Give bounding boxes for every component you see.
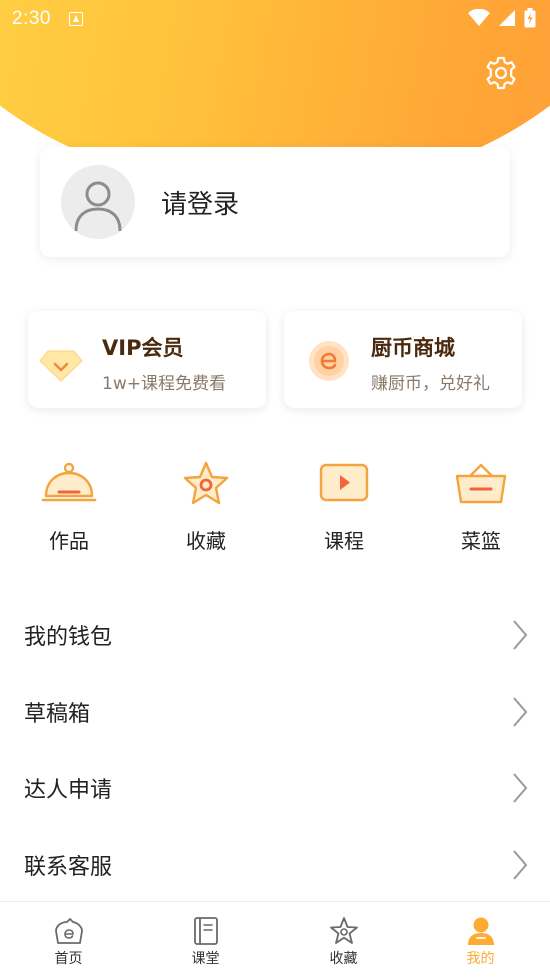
- menu-item-label: 达人申请: [24, 778, 113, 804]
- gear-icon: [486, 56, 516, 90]
- menu-item-wallet[interactable]: 我的钱包: [0, 597, 550, 674]
- menu-item-label: 联系客服: [24, 854, 113, 880]
- tab-label: 首页: [54, 951, 83, 967]
- user-icon: [74, 181, 122, 232]
- menu-item-label: 草稿箱: [24, 701, 91, 727]
- chevron-right-icon: [513, 620, 528, 650]
- vip-title: VIP会员: [102, 336, 184, 360]
- menu-item-label: 我的钱包: [24, 625, 113, 651]
- settings-menu: 我的钱包 草稿箱 达人申请 联系客服: [0, 597, 550, 903]
- menu-item-expert-apply[interactable]: 达人申请: [0, 750, 550, 827]
- video-icon: [319, 463, 369, 502]
- vip-subtitle: 1w+课程免费看: [102, 374, 226, 394]
- signal-icon: [499, 10, 515, 26]
- menu-item-customer-service[interactable]: 联系客服: [0, 827, 550, 904]
- avatar: [61, 165, 135, 239]
- status-time: 2:30: [12, 8, 51, 29]
- tab-favorites[interactable]: 收藏: [275, 902, 412, 979]
- tab-mine[interactable]: 我的: [412, 902, 549, 979]
- tab-label: 我的: [466, 951, 495, 967]
- works-button[interactable]: 作品: [9, 460, 129, 554]
- courses-label: 课程: [324, 529, 364, 553]
- tab-classroom[interactable]: 课堂: [137, 902, 274, 979]
- favorites-label: 收藏: [186, 529, 226, 553]
- vip-card[interactable]: VIP会员 1w+课程免费看: [28, 311, 266, 408]
- wifi-icon: [468, 9, 490, 26]
- coin-mall-title: 厨币商城: [371, 336, 455, 360]
- basket-icon: [455, 463, 507, 504]
- cloche-icon: [41, 462, 97, 502]
- chevron-right-icon: [513, 849, 528, 880]
- status-bar: 2:30: [0, 0, 550, 38]
- star-icon: [329, 917, 358, 944]
- coin-mall-card[interactable]: 厨币商城 赚厨币，兑好礼: [284, 311, 522, 408]
- tab-home[interactable]: 首页: [0, 902, 137, 979]
- notification-icon: [68, 12, 83, 26]
- chevron-right-icon: [513, 773, 528, 803]
- star-icon: [183, 461, 229, 505]
- menu-item-drafts[interactable]: 草稿箱: [0, 674, 550, 751]
- chevron-right-icon: [513, 696, 528, 727]
- favorites-button[interactable]: 收藏: [146, 460, 266, 554]
- courses-button[interactable]: 课程: [284, 460, 404, 554]
- battery-icon: [524, 8, 536, 28]
- works-label: 作品: [49, 529, 89, 553]
- home-icon: [54, 918, 83, 944]
- login-card[interactable]: 请登录: [40, 147, 510, 257]
- coin-icon: [309, 341, 349, 381]
- basket-label: 菜篮: [461, 529, 501, 553]
- coin-mall-subtitle: 赚厨币，兑好礼: [371, 374, 490, 394]
- tab-label: 课堂: [191, 951, 220, 967]
- bottom-nav: 首页 课堂 收藏 我的: [0, 901, 550, 979]
- settings-button[interactable]: [483, 55, 519, 91]
- basket-button[interactable]: 菜篮: [421, 460, 541, 554]
- login-label: 请登录: [161, 189, 240, 220]
- tab-label: 收藏: [329, 951, 358, 967]
- quick-actions: 作品 收藏 课程 菜篮: [0, 460, 550, 560]
- diamond-icon: [39, 350, 83, 382]
- person-icon: [467, 917, 494, 945]
- book-icon: [193, 917, 218, 945]
